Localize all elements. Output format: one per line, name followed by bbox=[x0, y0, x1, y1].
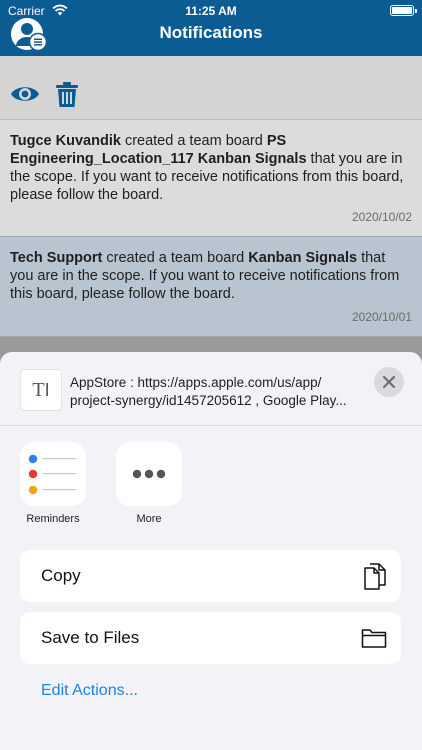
save-to-files-action[interactable]: Save to Files bbox=[20, 612, 401, 664]
more-icon bbox=[116, 442, 182, 506]
notification-date: 2020/10/01 bbox=[351, 310, 412, 324]
shared-content-preview: AppStore : https://apps.apple.com/us/app… bbox=[70, 374, 368, 410]
notification-board: Kanban Signals bbox=[248, 250, 358, 266]
reminders-icon bbox=[20, 442, 86, 506]
shared-text-line: project-synergy/id1457205612 , Google Pl… bbox=[70, 393, 347, 408]
status-time: 11:25 AM bbox=[185, 4, 237, 18]
notification-item[interactable]: Tugce Kuvandik created a team board PS E… bbox=[0, 120, 422, 237]
shared-text-line: AppStore : https://apps.apple.com/us/app… bbox=[70, 375, 322, 390]
folder-icon bbox=[361, 629, 387, 648]
notification-sender: Tugce Kuvandik bbox=[10, 133, 121, 149]
copy-action[interactable]: Copy bbox=[20, 550, 401, 602]
share-app-label: Reminders bbox=[26, 513, 80, 525]
notifications-toolbar bbox=[0, 56, 422, 120]
eye-icon[interactable] bbox=[10, 84, 40, 104]
notification-action: created a team board bbox=[102, 250, 249, 266]
copy-icon bbox=[364, 563, 386, 590]
close-icon bbox=[383, 376, 395, 388]
app-header: Carrier 11:25 AM Notifications bbox=[0, 0, 422, 56]
notification-date: 2020/10/02 bbox=[351, 210, 412, 224]
page-title: Notifications bbox=[159, 23, 263, 42]
notification-item[interactable]: Tech Support created a team board Kanban… bbox=[0, 237, 422, 337]
action-label: Copy bbox=[41, 566, 81, 585]
trash-icon[interactable] bbox=[56, 82, 78, 108]
share-sheet-header: TI AppStore : https://apps.apple.com/us/… bbox=[0, 352, 422, 426]
share-app-label: More bbox=[136, 513, 162, 525]
share-app-reminders[interactable]: Reminders bbox=[18, 442, 88, 525]
close-button[interactable] bbox=[374, 367, 404, 397]
action-label: Save to Files bbox=[41, 628, 140, 647]
share-sheet: TI AppStore : https://apps.apple.com/us/… bbox=[0, 352, 422, 750]
notification-text: Tugce Kuvandik created a team board PS E… bbox=[10, 132, 412, 204]
notification-action: created a team board bbox=[120, 133, 267, 149]
share-app-more[interactable]: More bbox=[114, 442, 184, 525]
edit-actions-link[interactable]: Edit Actions... bbox=[41, 682, 138, 700]
notification-sender: Tech Support bbox=[10, 250, 103, 266]
text-document-icon: TI bbox=[20, 369, 62, 411]
battery-icon bbox=[390, 5, 417, 16]
share-apps-row: Reminders More bbox=[0, 426, 422, 538]
status-bar: Carrier 11:25 AM bbox=[0, 0, 422, 20]
notification-text: Tech Support created a team board Kanban… bbox=[10, 249, 412, 303]
